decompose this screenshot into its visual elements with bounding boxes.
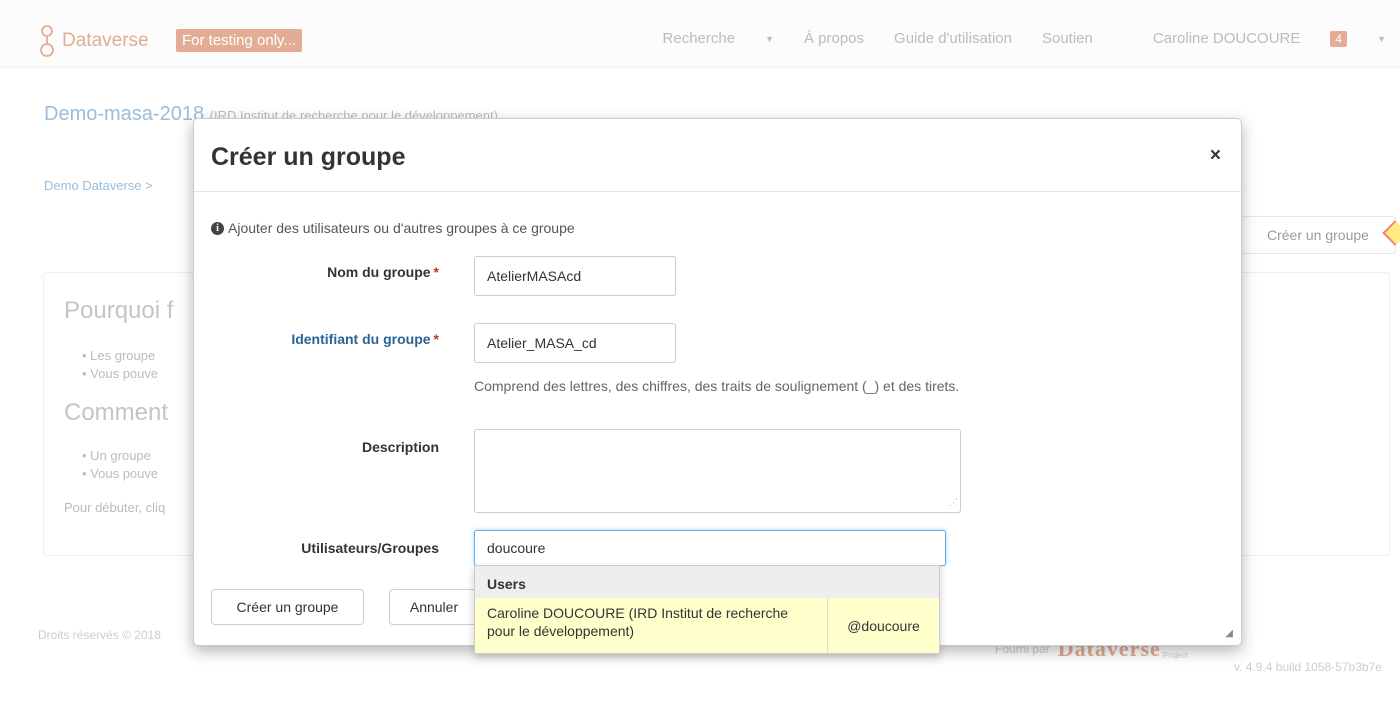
resize-grip-icon[interactable]: ⋰ xyxy=(949,497,1238,642)
group-id-input[interactable] xyxy=(474,323,676,363)
info-message: i Ajouter des utilisateurs ou d'autres g… xyxy=(211,220,575,236)
group-name-label: Nom du groupe * xyxy=(327,264,439,280)
create-group-button[interactable]: Créer un groupe xyxy=(211,589,364,625)
description-label: Description xyxy=(361,439,439,455)
close-icon[interactable]: × xyxy=(1210,145,1221,167)
result-handle: @doucoure xyxy=(847,617,920,634)
group-id-label[interactable]: Identifiant du groupe * xyxy=(194,331,439,347)
group-name-input[interactable] xyxy=(474,256,676,296)
users-groups-input[interactable] xyxy=(474,530,946,566)
user-autocomplete-dropdown: Users Caroline DOUCOURE (IRD Institut de… xyxy=(474,565,940,654)
result-name: Caroline DOUCOURE (IRD Institut de reche… xyxy=(475,598,828,653)
group-id-help-text: Comprend des lettres, des chiffres, des … xyxy=(474,378,960,394)
info-circle-icon: i xyxy=(211,221,224,235)
autocomplete-result[interactable]: Caroline DOUCOURE (IRD Institut de reche… xyxy=(475,598,939,653)
autocomplete-header: Users xyxy=(475,566,939,598)
modal-title: Créer un groupe xyxy=(211,143,406,171)
description-textarea[interactable] xyxy=(474,429,961,513)
cancel-button[interactable]: Annuler xyxy=(389,589,479,625)
modal-resize-grip-icon[interactable]: ◢ xyxy=(1225,628,1233,639)
users-groups-label: Utilisateurs/Groupes xyxy=(301,540,439,556)
modal-header: Créer un groupe × xyxy=(194,119,1241,192)
